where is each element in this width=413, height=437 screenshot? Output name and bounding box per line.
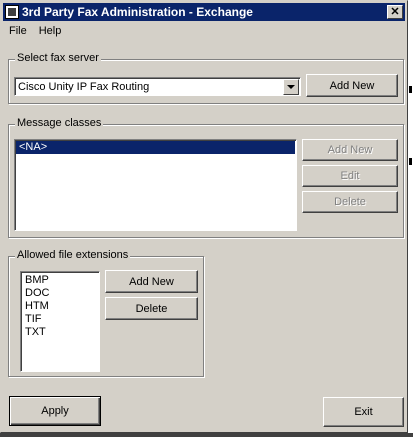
delete-message-class-button[interactable]: Delete (302, 191, 398, 213)
title-bar[interactable]: 3rd Party Fax Administration - Exchange … (3, 3, 405, 21)
dropdown-arrow-icon[interactable] (283, 79, 299, 95)
add-fax-server-button[interactable]: Add New (306, 74, 398, 97)
close-button[interactable]: ✕ (387, 5, 403, 19)
message-classes-group-label: Message classes (15, 117, 104, 129)
fax-server-select[interactable]: Cisco Unity IP Fax Routing (14, 77, 301, 96)
file-extensions-group-label: Allowed file extensions (15, 249, 131, 261)
background-window-edge (408, 0, 413, 437)
extension-item[interactable]: HTM (22, 300, 99, 313)
extension-item[interactable]: BMP (22, 274, 99, 287)
menu-help[interactable]: Help (33, 23, 68, 39)
background-window-mark (409, 158, 412, 165)
extension-item[interactable]: TXT (22, 326, 99, 339)
message-class-item[interactable]: <NA> (16, 141, 295, 154)
add-extension-button[interactable]: Add New (105, 270, 198, 293)
delete-extension-button[interactable]: Delete (105, 297, 198, 320)
taskbar-edge (0, 433, 413, 437)
extension-item[interactable]: TIF (22, 313, 99, 326)
file-extensions-list[interactable]: BMP DOC HTM TIF TXT (20, 271, 100, 372)
fax-server-group-label: Select fax server (15, 52, 101, 64)
fax-admin-window: 3rd Party Fax Administration - Exchange … (0, 0, 408, 433)
apply-button[interactable]: Apply (9, 396, 101, 426)
add-message-class-button[interactable]: Add New (302, 139, 398, 161)
exit-button[interactable]: Exit (323, 397, 404, 427)
background-window-mark (409, 86, 412, 93)
app-icon (5, 5, 19, 19)
window-title: 3rd Party Fax Administration - Exchange (22, 5, 253, 19)
edit-message-class-button[interactable]: Edit (302, 165, 398, 187)
menu-bar: File Help (5, 23, 67, 39)
message-classes-list[interactable]: <NA> (14, 139, 297, 231)
menu-file[interactable]: File (5, 23, 33, 39)
extension-item[interactable]: DOC (22, 287, 99, 300)
fax-server-selected-value: Cisco Unity IP Fax Routing (18, 81, 150, 93)
